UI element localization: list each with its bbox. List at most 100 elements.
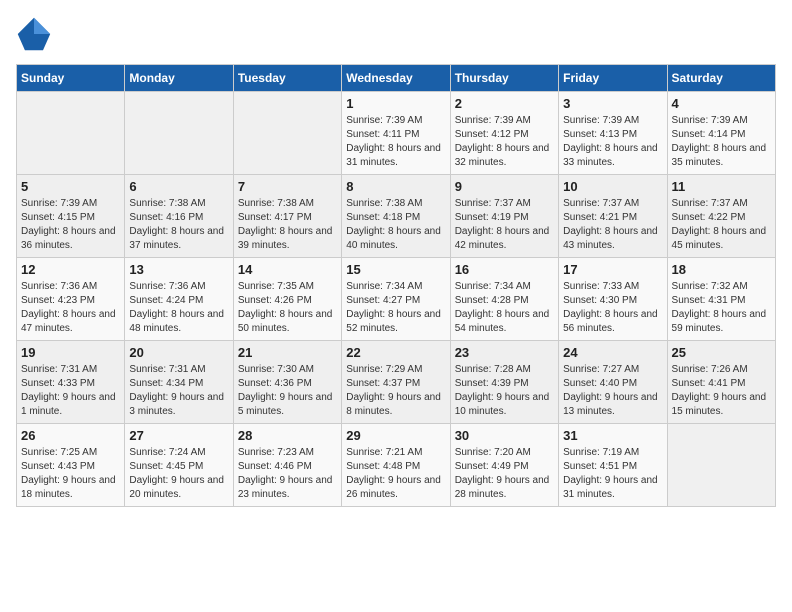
day-cell: 11 Sunrise: 7:37 AM Sunset: 4:22 PM Dayli…	[667, 175, 775, 258]
day-cell: 12Sunrise: 7:36 AM Sunset: 4:23 PM Dayli…	[17, 258, 125, 341]
day-info: Sunrise: 7:39 AM Sunset: 4:13 PM Dayligh…	[563, 114, 662, 170]
day-number: 2	[455, 96, 554, 111]
day-number: 4	[672, 96, 771, 111]
day-info: Sunrise: 7:39 AM Sunset: 4:12 PM Dayligh…	[455, 114, 554, 170]
logo-icon	[16, 16, 52, 52]
week-row-2: 5 Sunrise: 7:39 AM Sunset: 4:15 PM Daylig…	[17, 175, 776, 258]
day-number: 21	[238, 345, 337, 360]
day-cell: 19Sunrise: 7:31 AM Sunset: 4:33 PM Dayli…	[17, 341, 125, 424]
day-cell: 7Sunrise: 7:38 AM Sunset: 4:17 PM Daylig…	[233, 175, 341, 258]
day-info: Sunrise: 7:37 AM Sunset: 4:21 PM Dayligh…	[563, 197, 662, 253]
day-info: Sunrise: 7:31 AM Sunset: 4:33 PM Dayligh…	[21, 363, 120, 419]
day-info: Sunrise: 7:34 AM Sunset: 4:27 PM Dayligh…	[346, 280, 445, 336]
day-info: Sunrise: 7:38 AM Sunset: 4:18 PM Dayligh…	[346, 197, 445, 253]
day-number: 27	[129, 428, 228, 443]
day-info: Sunrise: 7:36 AM Sunset: 4:24 PM Dayligh…	[129, 280, 228, 336]
day-info: Sunrise: 7:25 AM Sunset: 4:43 PM Dayligh…	[21, 446, 120, 502]
day-number: 31	[563, 428, 662, 443]
day-cell: 24 Sunrise: 7:27 AM Sunset: 4:40 PM Dayli…	[559, 341, 667, 424]
day-info: Sunrise: 7:29 AM Sunset: 4:37 PM Dayligh…	[346, 363, 445, 419]
week-row-3: 12Sunrise: 7:36 AM Sunset: 4:23 PM Dayli…	[17, 258, 776, 341]
day-cell: 20 Sunrise: 7:31 AM Sunset: 4:34 PM Dayli…	[125, 341, 233, 424]
day-number: 11	[672, 179, 771, 194]
day-cell: 17 Sunrise: 7:33 AM Sunset: 4:30 PM Dayli…	[559, 258, 667, 341]
day-number: 20	[129, 345, 228, 360]
day-cell	[17, 92, 125, 175]
day-cell: 14 Sunrise: 7:35 AM Sunset: 4:26 PM Dayli…	[233, 258, 341, 341]
day-info: Sunrise: 7:28 AM Sunset: 4:39 PM Dayligh…	[455, 363, 554, 419]
day-info: Sunrise: 7:21 AM Sunset: 4:48 PM Dayligh…	[346, 446, 445, 502]
day-cell: 8 Sunrise: 7:38 AM Sunset: 4:18 PM Daylig…	[342, 175, 450, 258]
day-number: 7	[238, 179, 337, 194]
day-info: Sunrise: 7:20 AM Sunset: 4:49 PM Dayligh…	[455, 446, 554, 502]
day-info: Sunrise: 7:24 AM Sunset: 4:45 PM Dayligh…	[129, 446, 228, 502]
day-number: 24	[563, 345, 662, 360]
day-number: 1	[346, 96, 445, 111]
weekday-header-saturday: Saturday	[667, 65, 775, 92]
day-cell: 27 Sunrise: 7:24 AM Sunset: 4:45 PM Dayli…	[125, 424, 233, 507]
day-number: 8	[346, 179, 445, 194]
day-info: Sunrise: 7:31 AM Sunset: 4:34 PM Dayligh…	[129, 363, 228, 419]
week-row-1: 1Sunrise: 7:39 AM Sunset: 4:11 PM Daylig…	[17, 92, 776, 175]
day-cell: 16 Sunrise: 7:34 AM Sunset: 4:28 PM Dayli…	[450, 258, 558, 341]
day-info: Sunrise: 7:39 AM Sunset: 4:14 PM Dayligh…	[672, 114, 771, 170]
day-number: 10	[563, 179, 662, 194]
day-info: Sunrise: 7:38 AM Sunset: 4:16 PM Dayligh…	[129, 197, 228, 253]
day-cell: 1Sunrise: 7:39 AM Sunset: 4:11 PM Daylig…	[342, 92, 450, 175]
day-info: Sunrise: 7:35 AM Sunset: 4:26 PM Dayligh…	[238, 280, 337, 336]
day-number: 13	[129, 262, 228, 277]
day-info: Sunrise: 7:34 AM Sunset: 4:28 PM Dayligh…	[455, 280, 554, 336]
day-number: 12	[21, 262, 120, 277]
day-info: Sunrise: 7:39 AM Sunset: 4:15 PM Dayligh…	[21, 197, 120, 253]
weekday-header-thursday: Thursday	[450, 65, 558, 92]
day-info: Sunrise: 7:37 AM Sunset: 4:22 PM Dayligh…	[672, 197, 771, 253]
day-cell: 22 Sunrise: 7:29 AM Sunset: 4:37 PM Dayli…	[342, 341, 450, 424]
day-number: 6	[129, 179, 228, 194]
day-number: 28	[238, 428, 337, 443]
day-info: Sunrise: 7:26 AM Sunset: 4:41 PM Dayligh…	[672, 363, 771, 419]
day-cell: 30 Sunrise: 7:20 AM Sunset: 4:49 PM Dayli…	[450, 424, 558, 507]
day-cell	[233, 92, 341, 175]
day-cell: 2 Sunrise: 7:39 AM Sunset: 4:12 PM Daylig…	[450, 92, 558, 175]
day-cell: 15 Sunrise: 7:34 AM Sunset: 4:27 PM Dayli…	[342, 258, 450, 341]
day-number: 22	[346, 345, 445, 360]
calendar-table: SundayMondayTuesdayWednesdayThursdayFrid…	[16, 64, 776, 507]
weekday-header-row: SundayMondayTuesdayWednesdayThursdayFrid…	[17, 65, 776, 92]
day-cell: 26 Sunrise: 7:25 AM Sunset: 4:43 PM Dayli…	[17, 424, 125, 507]
day-cell: 28 Sunrise: 7:23 AM Sunset: 4:46 PM Dayli…	[233, 424, 341, 507]
day-number: 5	[21, 179, 120, 194]
day-cell: 18 Sunrise: 7:32 AM Sunset: 4:31 PM Dayli…	[667, 258, 775, 341]
day-number: 3	[563, 96, 662, 111]
day-cell: 29 Sunrise: 7:21 AM Sunset: 4:48 PM Dayli…	[342, 424, 450, 507]
day-number: 17	[563, 262, 662, 277]
day-info: Sunrise: 7:30 AM Sunset: 4:36 PM Dayligh…	[238, 363, 337, 419]
day-cell: 3 Sunrise: 7:39 AM Sunset: 4:13 PM Daylig…	[559, 92, 667, 175]
day-cell: 10 Sunrise: 7:37 AM Sunset: 4:21 PM Dayli…	[559, 175, 667, 258]
day-number: 23	[455, 345, 554, 360]
day-cell: 25 Sunrise: 7:26 AM Sunset: 4:41 PM Dayli…	[667, 341, 775, 424]
day-info: Sunrise: 7:32 AM Sunset: 4:31 PM Dayligh…	[672, 280, 771, 336]
day-cell: 23 Sunrise: 7:28 AM Sunset: 4:39 PM Dayli…	[450, 341, 558, 424]
day-info: Sunrise: 7:27 AM Sunset: 4:40 PM Dayligh…	[563, 363, 662, 419]
week-row-5: 26 Sunrise: 7:25 AM Sunset: 4:43 PM Dayli…	[17, 424, 776, 507]
week-row-4: 19Sunrise: 7:31 AM Sunset: 4:33 PM Dayli…	[17, 341, 776, 424]
day-number: 15	[346, 262, 445, 277]
day-info: Sunrise: 7:33 AM Sunset: 4:30 PM Dayligh…	[563, 280, 662, 336]
weekday-header-monday: Monday	[125, 65, 233, 92]
day-number: 30	[455, 428, 554, 443]
day-number: 16	[455, 262, 554, 277]
day-number: 18	[672, 262, 771, 277]
day-info: Sunrise: 7:23 AM Sunset: 4:46 PM Dayligh…	[238, 446, 337, 502]
day-cell: 4 Sunrise: 7:39 AM Sunset: 4:14 PM Daylig…	[667, 92, 775, 175]
weekday-header-wednesday: Wednesday	[342, 65, 450, 92]
day-number: 25	[672, 345, 771, 360]
day-number: 14	[238, 262, 337, 277]
day-number: 9	[455, 179, 554, 194]
day-number: 29	[346, 428, 445, 443]
day-cell: 5 Sunrise: 7:39 AM Sunset: 4:15 PM Daylig…	[17, 175, 125, 258]
weekday-header-friday: Friday	[559, 65, 667, 92]
day-info: Sunrise: 7:19 AM Sunset: 4:51 PM Dayligh…	[563, 446, 662, 502]
day-number: 26	[21, 428, 120, 443]
day-cell: 6 Sunrise: 7:38 AM Sunset: 4:16 PM Daylig…	[125, 175, 233, 258]
day-cell	[125, 92, 233, 175]
